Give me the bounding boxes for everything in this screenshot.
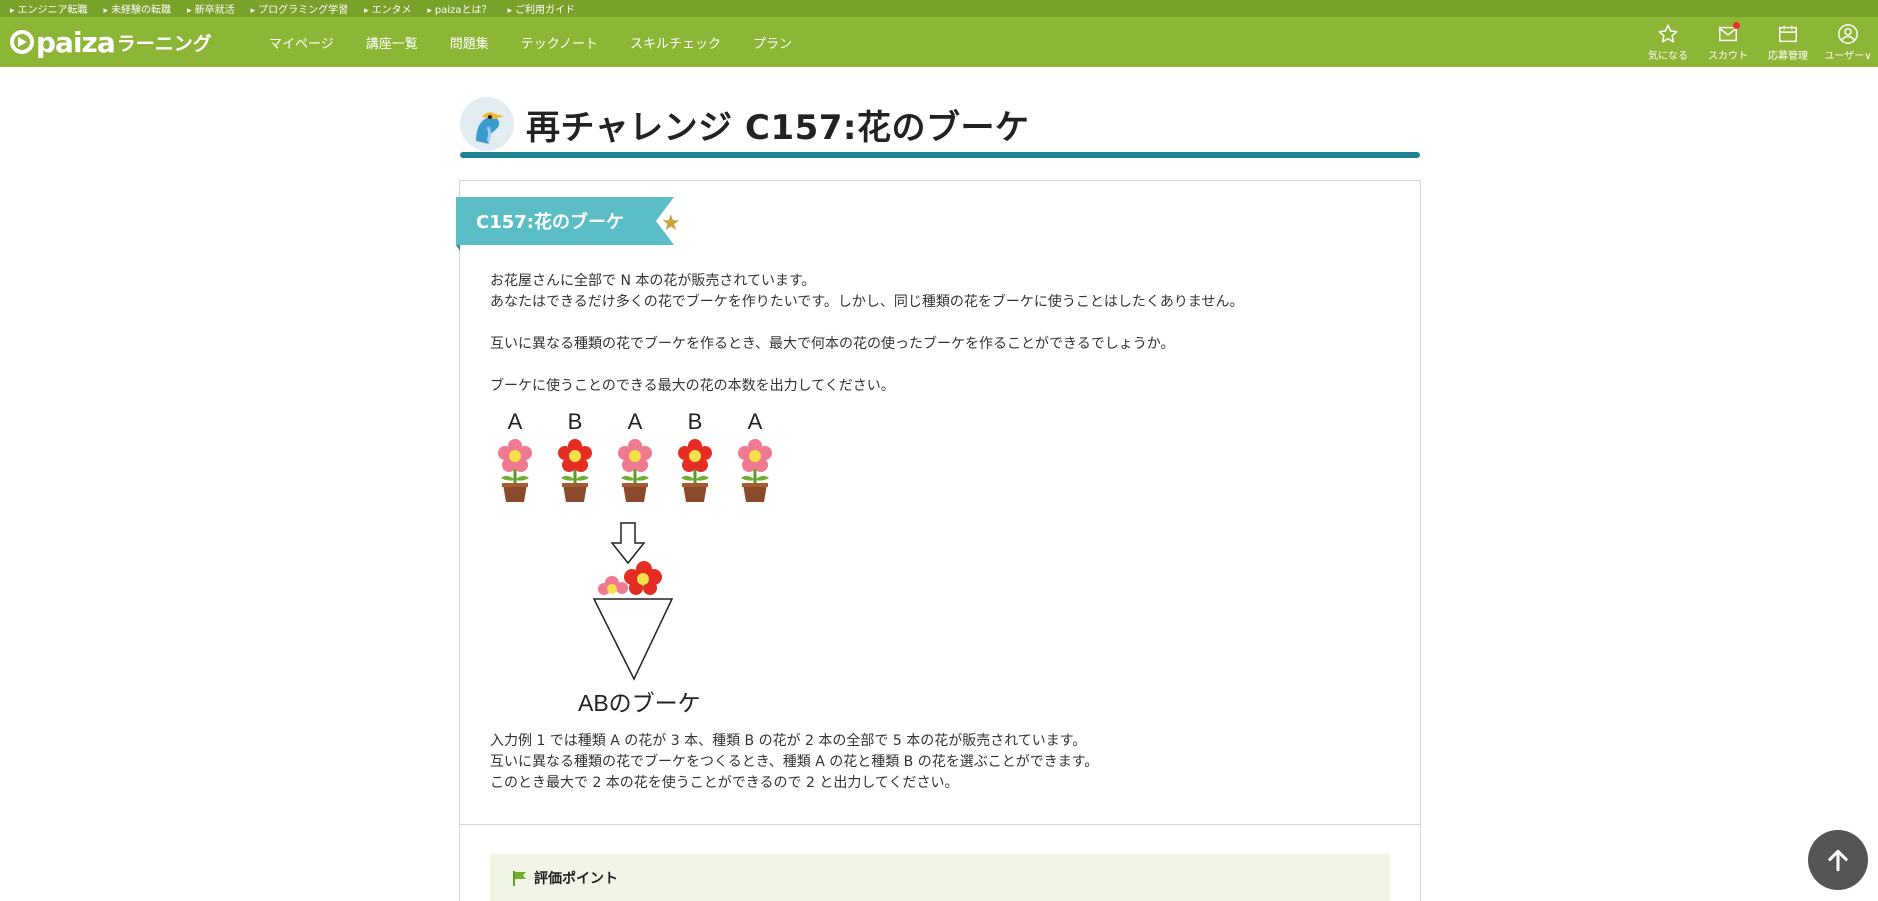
util-link-guide[interactable]: ご利用ガイド <box>508 1 575 16</box>
calendar-icon <box>1779 25 1797 42</box>
flower-letter: A <box>627 409 643 434</box>
nav-right: 気になる スカウト 応募管理 ユーザー∨ <box>1638 17 1878 67</box>
mascot-avatar <box>460 97 514 151</box>
nav-item-plan[interactable]: プラン <box>737 33 808 52</box>
evaluation-title: 評価ポイント <box>512 868 618 888</box>
flower-letter: B <box>687 409 703 434</box>
evaluation-points-box: 評価ポイント <box>490 854 1390 901</box>
util-link-engineer-career[interactable]: エンジニア転職 <box>10 1 88 16</box>
pink-flower-pot-icon <box>498 439 532 502</box>
scout-button[interactable]: スカウト <box>1698 21 1758 62</box>
scout-label: スカウト <box>1708 50 1748 62</box>
util-link-learning[interactable]: プログラミング学習 <box>251 1 348 16</box>
favorites-button[interactable]: 気になる <box>1638 23 1698 62</box>
title-underline <box>460 152 1420 158</box>
problem-line: 互いに異なる種類の花でブーケを作るとき、最大で何本の花の使ったブーケを作ることが… <box>490 336 1175 352</box>
nav-menu: マイページ 講座一覧 問題集 テックノート スキルチェック プラン <box>253 33 808 52</box>
util-link-about[interactable]: paizaとは？ <box>427 1 492 16</box>
util-link-new-grad[interactable]: 新卒就活 <box>187 1 235 16</box>
arrow-up-icon <box>1828 849 1848 872</box>
pink-flower-pot-icon <box>618 439 652 502</box>
paiza-logo[interactable]: paiza ラーニング <box>10 26 240 59</box>
section-divider <box>460 824 1420 825</box>
nav-item-problems[interactable]: 問題集 <box>434 33 505 52</box>
problem-ribbon: C157:花のブーケ <box>456 197 674 245</box>
red-flower-pot-icon <box>678 439 712 502</box>
problem-line: お花屋さんに全部で N 本の花が販売されています。 <box>490 273 816 289</box>
flower-item: B <box>550 411 600 504</box>
problem-statement: お花屋さんに全部で N 本の花が販売されています。 あなたはできるだけ多くの花で… <box>490 271 1390 794</box>
star-outline-icon <box>1658 24 1678 43</box>
example-explanation: 入力例 1 では種類 A の花が 3 本、種類 B の花が 2 本の全部で 5 … <box>490 731 1390 794</box>
main-nav: paiza ラーニング マイページ 講座一覧 問題集 テックノート スキルチェッ… <box>0 17 1878 67</box>
nav-item-technote[interactable]: テックノート <box>505 33 614 52</box>
logo-text: paiza <box>36 25 116 59</box>
red-flower-pot-icon <box>558 439 592 502</box>
favorites-label: 気になる <box>1648 50 1688 62</box>
down-arrow-icon <box>610 522 646 565</box>
problem-line: あなたはできるだけ多くの花でブーケを作りたいです。しかし、同じ種類の花をブーケに… <box>490 294 1244 310</box>
flower-item: A <box>490 411 540 504</box>
flower-letter: A <box>747 409 763 434</box>
bouquet-icon <box>592 561 674 681</box>
rank-star-icon: ★ <box>661 211 681 236</box>
applications-button[interactable]: 応募管理 <box>1758 23 1818 62</box>
scroll-to-top-button[interactable] <box>1808 830 1868 890</box>
util-link-entertainment[interactable]: エンタメ <box>364 1 412 16</box>
applications-label: 応募管理 <box>1768 50 1808 62</box>
paiza-logo-icon <box>10 30 34 54</box>
example-figure: A B A B A ABのブーケ <box>490 411 810 731</box>
explain-line: このとき最大で 2 本の花を使うことができるので 2 と出力してください。 <box>490 775 959 791</box>
utility-bar: エンジニア転職 未経験の転職 新卒就活 プログラミング学習 エンタメ paiza… <box>0 0 1878 17</box>
user-icon <box>1838 23 1858 44</box>
nav-item-courses[interactable]: 講座一覧 <box>350 33 434 52</box>
logo-sub: ラーニング <box>116 32 212 55</box>
bird-mascot-icon <box>460 97 514 151</box>
page-title: 再チャレンジ C157:花のブーケ <box>526 107 1030 148</box>
evaluation-title-text: 評価ポイント <box>534 871 618 887</box>
nav-item-skillcheck[interactable]: スキルチェック <box>614 33 737 52</box>
problem-card: C157:花のブーケ ★ お花屋さんに全部で N 本の花が販売されています。 あ… <box>456 180 1421 901</box>
util-link-inexperienced-career[interactable]: 未経験の転職 <box>104 1 171 16</box>
page-header: 再チャレンジ C157:花のブーケ <box>460 90 1420 158</box>
pink-flower-pot-icon <box>738 439 772 502</box>
explain-line: 入力例 1 では種類 A の花が 3 本、種類 B の花が 2 本の全部で 5 … <box>490 733 1087 749</box>
problem-line: ブーケに使うことのできる最大の花の本数を出力してください。 <box>490 378 895 394</box>
bouquet-label: ABのブーケ <box>578 690 701 716</box>
user-label: ユーザー∨ <box>1824 50 1872 62</box>
flower-item: A <box>610 411 660 504</box>
flower-item: B <box>670 411 720 504</box>
notification-dot <box>1733 21 1740 29</box>
explain-line: 互いに異なる種類の花でブーケをつくるとき、種類 A の花と種類 B の花を選ぶこ… <box>490 754 1099 770</box>
flag-icon <box>513 871 526 886</box>
user-menu-button[interactable]: ユーザー∨ <box>1818 23 1878 62</box>
nav-item-mypage[interactable]: マイページ <box>253 33 350 52</box>
flower-letter: B <box>567 409 583 434</box>
ribbon-fold <box>456 245 460 251</box>
flower-item: A <box>730 411 780 504</box>
flower-letter: A <box>507 409 523 434</box>
